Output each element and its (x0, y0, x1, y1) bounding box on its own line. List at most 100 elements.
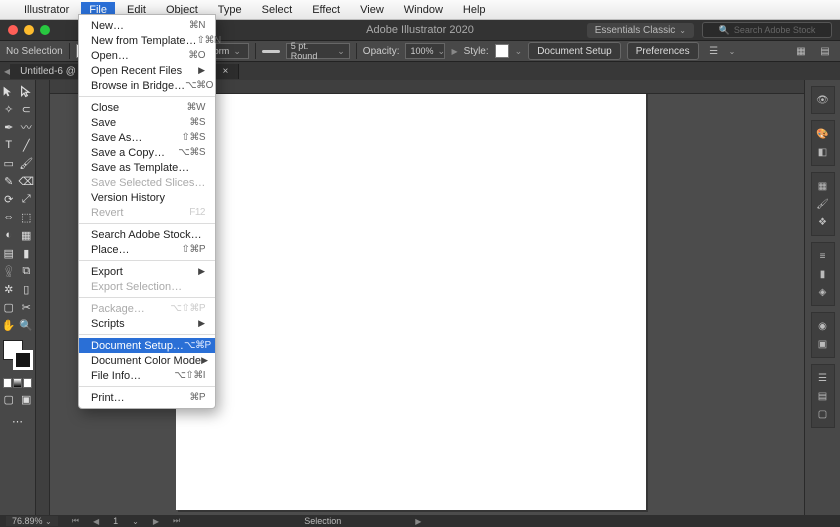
color-panel-icon[interactable]: 🎨 (814, 125, 832, 143)
arrange-docs-icon[interactable]: ▤ (816, 43, 834, 59)
graphic-style-swatch[interactable] (495, 44, 509, 58)
workspace-switcher[interactable]: Essentials Classic ⌄ (587, 23, 694, 38)
document-setup-button[interactable]: Document Setup (528, 42, 621, 60)
brushes-panel-icon[interactable]: 🖌 (814, 195, 832, 213)
opacity-flyout-icon[interactable]: ▶ (451, 47, 457, 56)
brush-preview-icon (262, 50, 280, 53)
align-icon[interactable]: ☰ (705, 43, 723, 59)
artboard-nav-current[interactable]: 1 (113, 516, 118, 526)
file-menu-place-[interactable]: Place…⇧⌘P (79, 242, 215, 257)
artboard[interactable] (176, 90, 646, 510)
file-menu-document-color-mode[interactable]: Document Color Mode▶ (79, 353, 215, 368)
gradient-panel-icon[interactable]: ▮ (814, 265, 832, 283)
menu-effect[interactable]: Effect (304, 2, 348, 18)
brush-dropdown[interactable]: 5 pt. Round (286, 43, 350, 59)
menu-view[interactable]: View (352, 2, 392, 18)
file-menu-browse-in-bridge-[interactable]: Browse in Bridge…⌥⌘O (79, 78, 215, 93)
slice-tool-icon[interactable]: ✂ (18, 298, 36, 316)
file-menu-save-as-template-[interactable]: Save as Template… (79, 160, 215, 175)
type-tool-icon[interactable]: T (0, 136, 18, 154)
width-tool-icon[interactable]: ⇔ (0, 208, 18, 226)
close-window-icon[interactable] (8, 25, 18, 35)
artboards-panel-icon[interactable]: ▢ (814, 405, 832, 423)
artboard-tool-icon[interactable]: ▢ (0, 298, 18, 316)
gradient-mode-icon[interactable] (13, 378, 22, 388)
direct-selection-tool-icon[interactable] (18, 82, 36, 100)
file-menu-scripts[interactable]: Scripts▶ (79, 316, 215, 331)
gradient-tool-icon[interactable]: ▮ (18, 244, 36, 262)
file-menu-new-[interactable]: New…⌘N (79, 18, 215, 33)
vertical-ruler[interactable] (36, 80, 50, 515)
edit-toolbar-icon[interactable]: ⋯ (0, 412, 35, 430)
close-tab-icon[interactable]: × (222, 66, 228, 77)
preferences-button[interactable]: Preferences (627, 42, 699, 60)
nav-last-icon[interactable]: ⏭ (173, 516, 180, 526)
symbol-sprayer-tool-icon[interactable]: ✲ (0, 280, 18, 298)
file-menu-save-a-copy-[interactable]: Save a Copy…⌥⌘S (79, 145, 215, 160)
status-flyout-icon[interactable]: ▶ (415, 517, 421, 526)
eyedropper-tool-icon[interactable]: 𓍰 (0, 262, 18, 280)
swatches-panel-icon[interactable]: ▦ (814, 177, 832, 195)
paintbrush-tool-icon[interactable]: 🖌 (18, 154, 36, 172)
transparency-panel-icon[interactable]: ◈ (814, 283, 832, 301)
column-graph-tool-icon[interactable]: ▯ (18, 280, 36, 298)
nav-prev-icon[interactable]: ◀ (93, 517, 99, 526)
nav-first-icon[interactable]: ⏮ (72, 516, 79, 526)
line-segment-tool-icon[interactable]: ╱ (18, 136, 36, 154)
zoom-tool-icon[interactable]: 🔍 (18, 316, 36, 334)
scale-tool-icon[interactable]: ⤢ (18, 190, 36, 208)
graphic-styles-panel-icon[interactable]: ▣ (814, 335, 832, 353)
blend-tool-icon[interactable]: ⧉ (18, 262, 36, 280)
file-menu-version-history[interactable]: Version History (79, 190, 215, 205)
file-menu-save[interactable]: Save⌘S (79, 115, 215, 130)
menu-app-name[interactable]: Illustrator (16, 2, 77, 18)
mesh-tool-icon[interactable]: ▤ (0, 244, 18, 262)
file-menu-open-recent-files[interactable]: Open Recent Files▶ (79, 63, 215, 78)
minimize-window-icon[interactable] (24, 25, 34, 35)
menu-help[interactable]: Help (455, 2, 494, 18)
opacity-field[interactable]: 100% (405, 43, 445, 59)
lasso-tool-icon[interactable]: ⊂ (18, 100, 36, 118)
shaper-tool-icon[interactable]: ✎ (0, 172, 18, 190)
properties-panel-icon[interactable]: 👁 (814, 91, 832, 109)
fill-stroke-swatch[interactable] (3, 340, 33, 370)
rectangle-tool-icon[interactable]: ▭ (0, 154, 18, 172)
menu-select[interactable]: Select (254, 2, 301, 18)
file-menu-print-[interactable]: Print…⌘P (79, 390, 215, 405)
selection-tool-icon[interactable] (0, 82, 18, 100)
none-mode-icon[interactable] (23, 378, 32, 388)
pen-tool-icon[interactable]: ✒ (0, 118, 18, 136)
file-menu-file-info-[interactable]: File Info…⌥⇧⌘I (79, 368, 215, 383)
color-mode-icon[interactable] (3, 378, 12, 388)
layers-panel-icon[interactable]: ☰ (814, 369, 832, 387)
shape-builder-tool-icon[interactable]: ◐ (0, 226, 18, 244)
color-guide-panel-icon[interactable]: ◧ (814, 143, 832, 161)
screen-mode-icon[interactable]: ▣ (18, 390, 36, 408)
file-menu-document-setup-[interactable]: Document Setup…⌥⌘P (79, 338, 215, 353)
asset-export-panel-icon[interactable]: ▤ (814, 387, 832, 405)
file-menu-search-adobe-stock-[interactable]: Search Adobe Stock… (79, 227, 215, 242)
file-menu-new-from-template-[interactable]: New from Template…⇧⌘N (79, 33, 215, 48)
hand-tool-icon[interactable]: ✋ (0, 316, 18, 334)
perspective-grid-tool-icon[interactable]: ▦ (18, 226, 36, 244)
appearance-panel-icon[interactable]: ◉ (814, 317, 832, 335)
zoom-window-icon[interactable] (40, 25, 50, 35)
menu-window[interactable]: Window (396, 2, 451, 18)
file-menu-save-as-[interactable]: Save As…⇧⌘S (79, 130, 215, 145)
transform-panel-icon[interactable]: ▦ (792, 43, 810, 59)
drawing-mode-icon[interactable]: ▢ (0, 390, 18, 408)
search-input[interactable]: 🔍Search Adobe Stock (702, 22, 832, 38)
stroke-panel-icon[interactable]: ≡ (814, 247, 832, 265)
eraser-tool-icon[interactable]: ⌫ (18, 172, 36, 190)
file-menu-open-[interactable]: Open…⌘O (79, 48, 215, 63)
nav-next-icon[interactable]: ▶ (153, 517, 159, 526)
file-menu-close[interactable]: Close⌘W (79, 100, 215, 115)
magic-wand-tool-icon[interactable]: ✧ (0, 100, 18, 118)
zoom-level[interactable]: 76.89% ⌄ (6, 516, 58, 526)
rotate-tool-icon[interactable]: ⟳ (0, 190, 18, 208)
free-transform-tool-icon[interactable]: ⬚ (18, 208, 36, 226)
curvature-tool-icon[interactable]: 〰 (18, 118, 36, 136)
file-menu-export[interactable]: Export▶ (79, 264, 215, 279)
symbols-panel-icon[interactable]: ❖ (814, 213, 832, 231)
window-traffic-lights[interactable] (0, 25, 50, 35)
